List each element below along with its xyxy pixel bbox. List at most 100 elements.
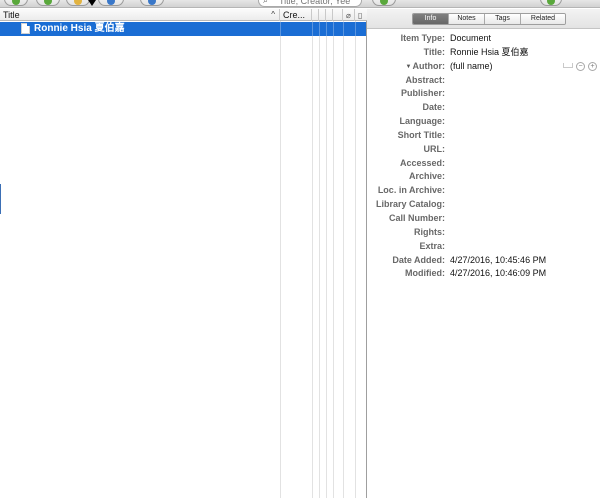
- tab-info[interactable]: Info: [413, 14, 449, 24]
- add-creator-button[interactable]: +: [588, 61, 597, 71]
- tab-notes[interactable]: Notes: [449, 14, 485, 24]
- dropdown-triangle-icon: ▼: [405, 63, 412, 70]
- title-value[interactable]: Ronnie Hsia 夏伯嘉: [450, 46, 529, 60]
- row-title: Ronnie Hsia 夏伯嘉: [34, 23, 125, 34]
- column-divider: [343, 21, 344, 498]
- item-detail-pane: Info Notes Tags Related Item Type: Docum…: [367, 9, 600, 498]
- search-field[interactable]: ⌕: [258, 0, 362, 7]
- field-accessed: Accessed:: [367, 157, 600, 171]
- field-abstract: Abstract:: [367, 74, 600, 88]
- tab-related[interactable]: Related: [521, 14, 565, 24]
- new-collection-button[interactable]: [4, 0, 28, 6]
- field-label: Archive:: [408, 171, 445, 182]
- modified-value: 4/27/2016, 10:46:09 PM: [450, 268, 547, 279]
- column-header-attachment[interactable]: ⌀: [343, 9, 355, 21]
- column-picker[interactable]: ▯: [355, 9, 367, 21]
- cell-divider: [343, 22, 344, 36]
- field-language: Language:: [367, 115, 600, 129]
- field-archive: Archive:: [367, 170, 600, 184]
- attachment-column-icon: ⌀: [346, 11, 351, 20]
- field-label: Date:: [422, 102, 445, 113]
- sync-button[interactable]: [372, 0, 396, 6]
- remove-creator-button[interactable]: −: [576, 61, 585, 71]
- field-short-title: Short Title:: [367, 129, 600, 143]
- field-label: Modified:: [405, 268, 445, 279]
- column-header-creator[interactable]: Cre...: [280, 9, 312, 21]
- column-picker-icon: ▯: [358, 11, 363, 20]
- column-header-title[interactable]: Title ^: [0, 9, 280, 21]
- search-input[interactable]: [279, 0, 361, 6]
- new-note-button[interactable]: [98, 0, 124, 6]
- field-label: Item Type:: [400, 33, 445, 43]
- field-publisher: Publisher:: [367, 87, 600, 101]
- item-type-value[interactable]: Document: [450, 32, 491, 46]
- sort-ascending-icon: ^: [271, 10, 275, 19]
- date-added-value: 4/27/2016, 10:45:46 PM: [450, 254, 547, 265]
- search-icon: [148, 0, 156, 5]
- toolbar: ⌕: [0, 0, 600, 8]
- pane-splitter-edge: [0, 184, 1, 214]
- note-icon: [107, 0, 115, 5]
- column-divider: [326, 21, 327, 498]
- column-divider: [280, 21, 281, 498]
- switch-name-mode-icon[interactable]: [563, 62, 573, 68]
- item-fields: Item Type: Document Title: Ronnie Hsia 夏…: [367, 32, 600, 281]
- field-label: Extra:: [419, 240, 445, 251]
- sync-icon: [380, 0, 388, 5]
- add-attachment-button[interactable]: [66, 0, 90, 6]
- field-date-added: Date Added: 4/27/2016, 10:45:46 PM: [367, 254, 600, 268]
- field-item-type: Item Type: Document: [367, 32, 600, 46]
- cell-divider: [319, 22, 320, 36]
- column-headers: Title ^ Cre... ⌀ ▯: [0, 9, 367, 21]
- new-item-button[interactable]: [36, 0, 60, 6]
- creator-controls: − +: [563, 60, 597, 73]
- detail-tabs-bar: Info Notes Tags Related: [367, 9, 600, 29]
- cell-divider: [326, 22, 327, 36]
- field-date: Date:: [367, 101, 600, 115]
- field-rights: Rights:: [367, 226, 600, 240]
- field-label: Language:: [399, 116, 445, 127]
- document-icon: [21, 23, 30, 34]
- field-label: Publisher:: [400, 88, 445, 99]
- column-divider: [333, 21, 334, 498]
- column-header-extra-2[interactable]: [319, 9, 326, 21]
- magnifier-icon: ⌕: [263, 0, 269, 5]
- column-divider: [355, 21, 356, 498]
- cell-divider: [312, 22, 313, 36]
- field-label: Accessed:: [399, 157, 445, 168]
- column-divider: [312, 21, 313, 498]
- field-label: Call Number:: [388, 212, 445, 223]
- cell-divider: [355, 22, 356, 36]
- add-item-icon: [44, 0, 52, 5]
- column-divider: [319, 21, 320, 498]
- column-header-title-label: Title: [3, 10, 20, 20]
- column-header-extra-1[interactable]: [312, 9, 319, 21]
- field-label: Title:: [423, 46, 445, 57]
- field-library-catalog: Library Catalog:: [367, 198, 600, 212]
- field-label: Short Title:: [397, 129, 445, 140]
- field-label: Author:: [412, 60, 446, 71]
- url-label[interactable]: URL:: [424, 143, 446, 157]
- field-label: Date Added:: [392, 254, 445, 265]
- field-extra: Extra:: [367, 240, 600, 254]
- tab-tags[interactable]: Tags: [485, 14, 521, 24]
- field-title: Title: Ronnie Hsia 夏伯嘉: [367, 46, 600, 60]
- field-call-number: Call Number:: [367, 212, 600, 226]
- field-modified: Modified: 4/27/2016, 10:46:09 PM: [367, 267, 600, 281]
- column-header-extra-4[interactable]: [333, 9, 343, 21]
- advanced-search-button[interactable]: [140, 0, 164, 6]
- field-label: Abstract:: [405, 74, 445, 85]
- field-label: Loc. in Archive:: [377, 185, 445, 196]
- author-name-field[interactable]: (full name): [450, 60, 493, 74]
- cell-divider: [280, 22, 281, 36]
- mouse-cursor-icon: [88, 0, 96, 6]
- column-header-creator-label: Cre...: [283, 10, 306, 20]
- column-header-extra-3[interactable]: [326, 9, 333, 21]
- field-author: ▼Author: (full name) − +: [367, 60, 600, 74]
- field-url: URL:: [367, 143, 600, 157]
- fullscreen-button[interactable]: [540, 0, 562, 6]
- fullscreen-icon: [547, 0, 555, 5]
- table-row[interactable]: Ronnie Hsia 夏伯嘉: [0, 22, 366, 36]
- cell-divider: [333, 22, 334, 36]
- field-label: Rights:: [414, 226, 445, 237]
